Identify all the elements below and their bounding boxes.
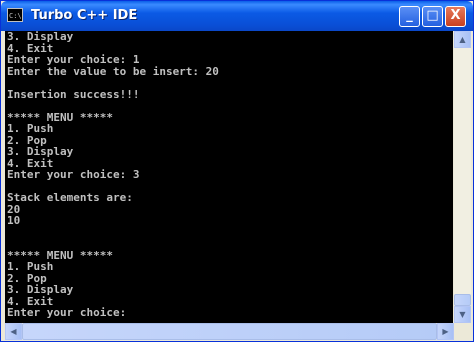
- scrollbar-corner: [454, 323, 471, 340]
- console-line: Enter your choice:: [7, 306, 127, 319]
- arrow-left-icon: ◀: [10, 327, 17, 336]
- title-bar[interactable]: C:\ Turbo C++ IDE _ □ X: [1, 1, 473, 31]
- scroll-right-button[interactable]: ▶: [437, 323, 454, 340]
- console-line: Insertion success!!!: [7, 87, 140, 101]
- console-icon[interactable]: C:\: [7, 8, 23, 22]
- console-line: 3. Display: [7, 145, 74, 158]
- console-line: 1. Push: [7, 260, 54, 273]
- maximize-icon: □: [426, 8, 439, 23]
- console-line: 3. Display: [7, 283, 74, 296]
- close-button[interactable]: X: [445, 6, 466, 27]
- arrow-up-icon: ▲: [459, 35, 466, 44]
- scroll-down-button[interactable]: ▼: [454, 306, 471, 323]
- console-line: Stack elements are:: [7, 191, 133, 204]
- console-line: 1. Push: [7, 122, 54, 135]
- arrow-down-icon: ▼: [459, 310, 466, 319]
- horizontal-scrollbar[interactable]: ◀ ▶: [5, 323, 454, 340]
- console-output[interactable]: 3. Display 4. Exit Enter your choice: 1 Ent…: [5, 31, 453, 323]
- close-icon: X: [450, 8, 461, 23]
- vertical-scroll-thumb[interactable]: [454, 294, 471, 306]
- console-line: 20: [7, 202, 21, 216]
- scroll-left-button[interactable]: ◀: [5, 323, 22, 340]
- horizontal-scroll-thumb[interactable]: [22, 323, 437, 340]
- console-line: ***** MENU *****: [7, 248, 113, 262]
- console-line: Enter the value to be insert: 20: [7, 64, 219, 78]
- console-line: 3. Display: [7, 31, 74, 43]
- console-window: C:\ Turbo C++ IDE _ □ X 3. Display 4. Exi…: [0, 0, 474, 342]
- minimize-button[interactable]: _: [399, 6, 420, 27]
- scroll-up-button[interactable]: ▲: [454, 31, 471, 48]
- vertical-scrollbar[interactable]: ▲ ▼: [454, 31, 471, 323]
- console-line: Enter your choice: 1: [7, 53, 140, 66]
- console-line: ***** MENU *****: [7, 110, 113, 124]
- console-line: 10: [7, 214, 21, 227]
- arrow-right-icon: ▶: [442, 327, 449, 336]
- window-title: Turbo C++ IDE: [31, 8, 138, 23]
- console-line: Enter your choice: 3: [7, 168, 140, 181]
- maximize-button[interactable]: □: [422, 6, 443, 27]
- minimize-icon: _: [406, 8, 413, 23]
